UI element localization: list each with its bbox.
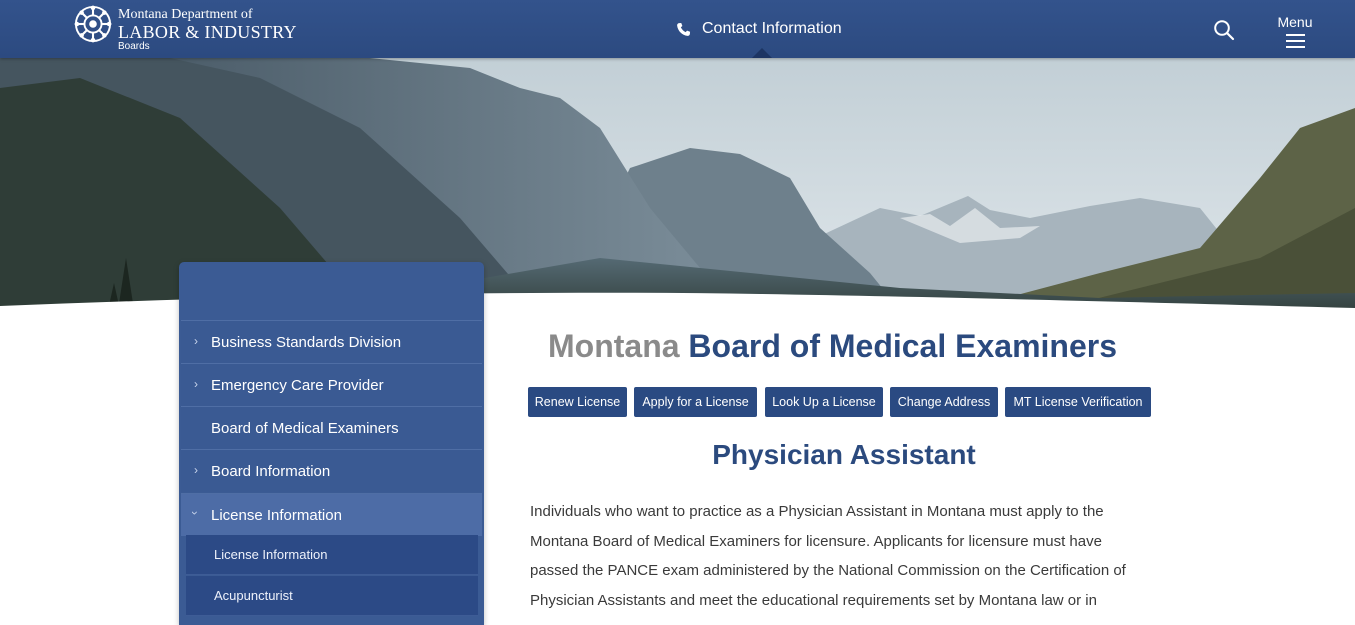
apply-for-license-button[interactable]: Apply for a License: [634, 387, 757, 417]
phone-icon: [677, 22, 691, 36]
logo-line-labor-industry: LABOR & INDUSTRY: [118, 22, 297, 42]
sidebar-item-business-standards-division[interactable]: › Business Standards Division: [181, 320, 482, 363]
chevron-down-icon: ›: [188, 511, 202, 515]
sidebar-subitem-license-information[interactable]: License Information: [186, 535, 478, 575]
logo-line-department: Montana Department of: [118, 7, 253, 22]
contact-information-link[interactable]: Contact Information: [676, 20, 842, 38]
sidebar-item-license-information[interactable]: › License Information: [181, 493, 482, 536]
sidebar-item-emergency-care-provider[interactable]: › Emergency Care Provider: [181, 363, 482, 406]
sidebar-item-board-of-medical-examiners[interactable]: Board of Medical Examiners: [181, 406, 482, 449]
page-title: Montana Board of Medical Examiners: [510, 328, 1155, 365]
intro-paragraph: Individuals who want to practice as a Ph…: [530, 503, 1126, 609]
dli-seal-icon: [74, 5, 112, 43]
site-header: Montana Department of LABOR & INDUSTRY B…: [0, 0, 1355, 58]
page-title-prefix: Montana: [547, 328, 680, 364]
renew-license-button[interactable]: Renew License: [528, 387, 627, 417]
logo-line-boards: Boards: [118, 41, 150, 52]
sidebar-item-label: License Information: [211, 506, 342, 524]
sidebar-item-label: Board Information: [211, 462, 331, 480]
hamburger-icon: [1285, 34, 1305, 48]
look-up-license-button[interactable]: Look Up a License: [765, 387, 883, 417]
menu-label: Menu: [1277, 14, 1313, 30]
chevron-right-icon: ›: [194, 463, 198, 477]
menu-button[interactable]: Menu: [1272, 14, 1318, 52]
sidebar-item-label: Emergency Care Provider: [211, 376, 384, 394]
sidebar-nav: › Business Standards Division › Emergenc…: [179, 262, 484, 625]
contact-information-label: Contact Information: [702, 20, 842, 37]
sidebar-subitem-acupuncturist[interactable]: Acupuncturist: [186, 576, 478, 616]
header-notch: [752, 48, 772, 58]
change-address-button[interactable]: Change Address: [890, 387, 998, 417]
search-icon[interactable]: [1213, 19, 1235, 41]
mt-license-verification-button[interactable]: MT License Verification: [1005, 387, 1151, 417]
sidebar-item-label: Business Standards Division: [211, 333, 402, 351]
dli-logo-link[interactable]: Montana Department of LABOR & INDUSTRY B…: [74, 4, 297, 52]
sidebar-item-label: Board of Medical Examiners: [211, 419, 399, 437]
page-title-main: Board of Medical Examiners: [688, 328, 1117, 364]
section-heading: Physician Assistant: [712, 439, 976, 470]
chevron-right-icon: ›: [194, 334, 198, 348]
sidebar-item-board-information[interactable]: › Board Information: [181, 449, 482, 492]
logo-text: Montana Department of LABOR & INDUSTRY B…: [118, 4, 297, 52]
sidebar-subitem-label: License Information: [214, 547, 328, 562]
chevron-right-icon: ›: [194, 377, 198, 391]
sidebar-subitem-label: Acupuncturist: [214, 588, 293, 603]
